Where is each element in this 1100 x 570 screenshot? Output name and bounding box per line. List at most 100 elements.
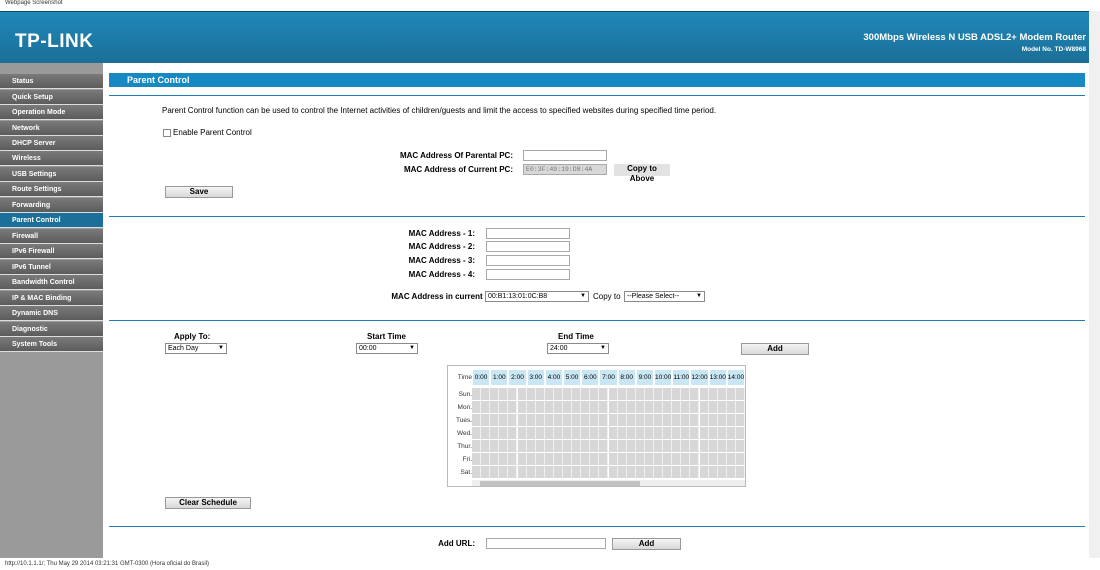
schedule-cell[interactable] xyxy=(681,401,691,413)
schedule-cell[interactable] xyxy=(626,440,636,452)
schedule-cell[interactable] xyxy=(563,414,573,426)
schedule-cell[interactable] xyxy=(526,440,536,452)
schedule-cell[interactable] xyxy=(572,427,582,439)
schedule-cell[interactable] xyxy=(654,388,664,400)
schedule-cell[interactable] xyxy=(717,453,727,465)
schedule-cell[interactable] xyxy=(708,427,718,439)
schedule-cell[interactable] xyxy=(735,427,745,439)
schedule-cell[interactable] xyxy=(672,440,682,452)
schedule-cell[interactable] xyxy=(535,388,545,400)
schedule-cell[interactable] xyxy=(681,453,691,465)
schedule-cell[interactable] xyxy=(499,401,509,413)
schedule-cell[interactable] xyxy=(654,453,664,465)
sidebar-item-ipv6-tunnel[interactable]: IPv6 Tunnel xyxy=(0,260,103,275)
schedule-cell[interactable] xyxy=(663,401,673,413)
schedule-cell[interactable] xyxy=(481,466,491,478)
schedule-cell[interactable] xyxy=(626,388,636,400)
mac-address-4-input[interactable] xyxy=(486,269,570,280)
schedule-cell[interactable] xyxy=(690,401,700,413)
sidebar-item-ipv6-firewall[interactable]: IPv6 Firewall xyxy=(0,244,103,259)
schedule-cell[interactable] xyxy=(699,427,709,439)
apply-to-select[interactable]: Each Day ▼ xyxy=(165,343,227,354)
schedule-cell[interactable] xyxy=(626,453,636,465)
schedule-cell[interactable] xyxy=(526,453,536,465)
save-button[interactable]: Save xyxy=(165,186,233,198)
schedule-cell[interactable] xyxy=(481,440,491,452)
sidebar-item-ip-mac-binding[interactable]: IP & MAC Binding xyxy=(0,291,103,306)
schedule-cell[interactable] xyxy=(535,401,545,413)
schedule-cell[interactable] xyxy=(499,440,509,452)
schedule-cell[interactable] xyxy=(499,388,509,400)
schedule-cell[interactable] xyxy=(490,414,500,426)
schedule-cell[interactable] xyxy=(581,440,591,452)
schedule-cell[interactable] xyxy=(563,466,573,478)
schedule-cell[interactable] xyxy=(644,427,654,439)
schedule-cell[interactable] xyxy=(735,388,745,400)
schedule-cell[interactable] xyxy=(635,427,645,439)
schedule-cell[interactable] xyxy=(644,401,654,413)
schedule-cell[interactable] xyxy=(681,388,691,400)
schedule-cell[interactable] xyxy=(508,401,518,413)
schedule-cell[interactable] xyxy=(490,427,500,439)
schedule-cell[interactable] xyxy=(563,401,573,413)
schedule-cell[interactable] xyxy=(690,453,700,465)
schedule-cell[interactable] xyxy=(472,414,482,426)
schedule-cell[interactable] xyxy=(481,453,491,465)
schedule-cell[interactable] xyxy=(590,427,600,439)
schedule-cell[interactable] xyxy=(481,401,491,413)
schedule-scrollbar[interactable] xyxy=(472,480,745,486)
schedule-cell[interactable] xyxy=(472,466,482,478)
schedule-cell[interactable] xyxy=(663,466,673,478)
schedule-cell[interactable] xyxy=(672,466,682,478)
schedule-cell[interactable] xyxy=(626,466,636,478)
schedule-cell[interactable] xyxy=(690,440,700,452)
schedule-cell[interactable] xyxy=(535,414,545,426)
schedule-cell[interactable] xyxy=(699,453,709,465)
schedule-cell[interactable] xyxy=(617,453,627,465)
schedule-cell[interactable] xyxy=(617,466,627,478)
schedule-cell[interactable] xyxy=(717,401,727,413)
schedule-cell[interactable] xyxy=(599,427,609,439)
schedule-cell[interactable] xyxy=(635,414,645,426)
schedule-cell[interactable] xyxy=(672,453,682,465)
schedule-cell[interactable] xyxy=(708,388,718,400)
schedule-cell[interactable] xyxy=(726,453,736,465)
schedule-cell[interactable] xyxy=(535,453,545,465)
schedule-cell[interactable] xyxy=(581,427,591,439)
schedule-cell[interactable] xyxy=(508,453,518,465)
schedule-cell[interactable] xyxy=(608,440,618,452)
schedule-cell[interactable] xyxy=(544,453,554,465)
schedule-cell[interactable] xyxy=(590,453,600,465)
schedule-cell[interactable] xyxy=(726,401,736,413)
schedule-cell[interactable] xyxy=(499,453,509,465)
sidebar-item-status[interactable]: Status xyxy=(0,74,103,89)
schedule-cell[interactable] xyxy=(508,414,518,426)
page-scrollbar[interactable] xyxy=(1089,11,1100,558)
schedule-cell[interactable] xyxy=(690,414,700,426)
schedule-cell[interactable] xyxy=(672,414,682,426)
schedule-cell[interactable] xyxy=(572,401,582,413)
enable-parent-control-checkbox[interactable] xyxy=(163,129,171,137)
schedule-cell[interactable] xyxy=(553,401,563,413)
schedule-cell[interactable] xyxy=(581,453,591,465)
schedule-cell[interactable] xyxy=(599,466,609,478)
sidebar-item-wireless[interactable]: Wireless xyxy=(0,151,103,166)
schedule-cell[interactable] xyxy=(490,388,500,400)
schedule-cell[interactable] xyxy=(572,388,582,400)
schedule-cell[interactable] xyxy=(517,388,527,400)
sidebar-item-firewall[interactable]: Firewall xyxy=(0,229,103,244)
schedule-cell[interactable] xyxy=(563,427,573,439)
start-time-select[interactable]: 00:00 ▼ xyxy=(356,343,418,354)
schedule-cell[interactable] xyxy=(472,427,482,439)
schedule-cell[interactable] xyxy=(699,414,709,426)
schedule-cell[interactable] xyxy=(708,414,718,426)
sidebar-item-diagnostic[interactable]: Diagnostic xyxy=(0,322,103,337)
schedule-cell[interactable] xyxy=(690,466,700,478)
schedule-cell[interactable] xyxy=(726,440,736,452)
schedule-cell[interactable] xyxy=(681,427,691,439)
schedule-cell[interactable] xyxy=(472,440,482,452)
schedule-cell[interactable] xyxy=(517,453,527,465)
schedule-cell[interactable] xyxy=(735,401,745,413)
schedule-cell[interactable] xyxy=(517,401,527,413)
schedule-cell[interactable] xyxy=(553,414,563,426)
